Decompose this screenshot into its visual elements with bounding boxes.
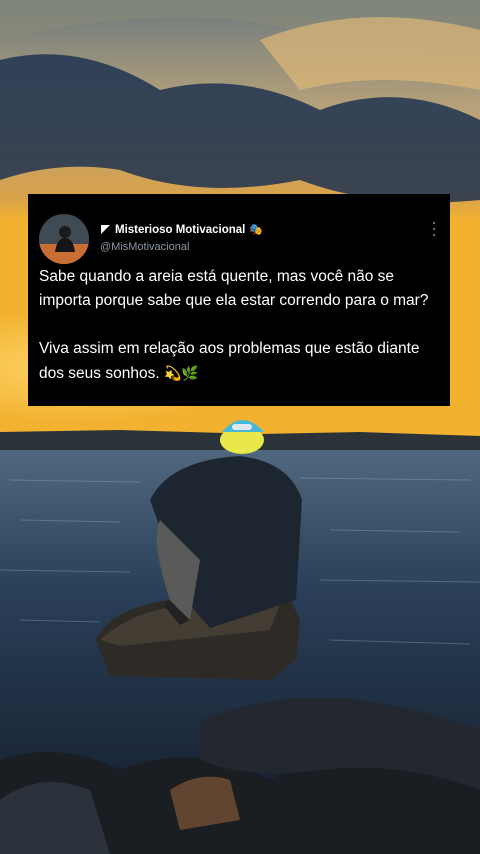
flag-icon xyxy=(101,225,110,234)
background-photo xyxy=(0,0,480,854)
tweet-paragraph-1: Sabe quando a areia está quente, mas voc… xyxy=(39,268,429,309)
masks-icon: 🎭 xyxy=(249,224,264,236)
more-icon[interactable] xyxy=(432,222,436,236)
avatar[interactable] xyxy=(39,214,89,264)
video-frame: Misterioso Motivacional 🎭 @MisMotivacion… xyxy=(0,0,480,854)
user-handle[interactable]: @MisMotivacional xyxy=(100,241,189,253)
tweet-paragraph-2: Viva assim em relação aos problemas que … xyxy=(39,340,420,382)
sparkle-leaf-emoji: 💫🌿 xyxy=(163,365,199,381)
author-name-row[interactable]: Misterioso Motivacional 🎭 xyxy=(100,223,263,236)
tweet-text: Sabe quando a areia está quente, mas voc… xyxy=(39,265,439,386)
display-name: Misterioso Motivacional xyxy=(115,223,246,236)
tweet-card: Misterioso Motivacional 🎭 @MisMotivacion… xyxy=(28,194,450,406)
